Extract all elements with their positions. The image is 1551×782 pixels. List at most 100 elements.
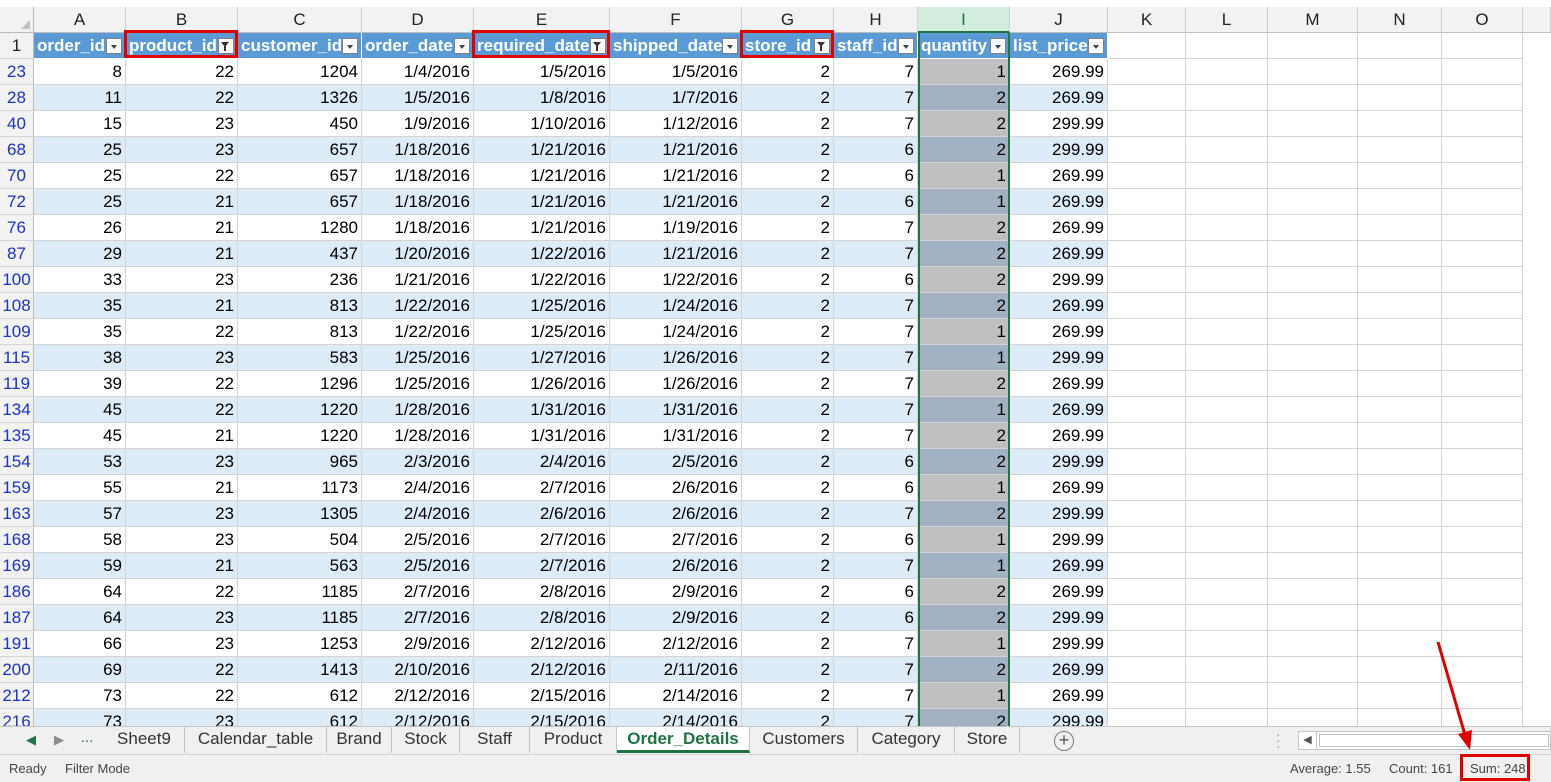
empty-cell[interactable] [1442, 579, 1523, 605]
cell-shipped-date[interactable]: 1/5/2016 [610, 59, 742, 85]
row-number[interactable]: 159 [0, 475, 34, 501]
empty-cell[interactable] [1268, 631, 1358, 657]
cell-customer-id[interactable]: 965 [238, 449, 362, 475]
empty-cell[interactable] [1268, 215, 1358, 241]
column-header-a[interactable]: A [34, 7, 126, 33]
empty-cell[interactable] [1268, 371, 1358, 397]
cell-order-id[interactable]: 58 [34, 527, 126, 553]
empty-cell[interactable] [1108, 397, 1186, 423]
cell-shipped-date[interactable]: 1/19/2016 [610, 215, 742, 241]
cell-customer-id[interactable]: 1204 [238, 59, 362, 85]
empty-cell[interactable] [1268, 423, 1358, 449]
cell-staff-id[interactable]: 6 [834, 475, 918, 501]
empty-cell[interactable] [1442, 293, 1523, 319]
cell-store-id[interactable]: 2 [742, 397, 834, 423]
cell-staff-id[interactable]: 7 [834, 553, 918, 579]
cell-customer-id[interactable]: 612 [238, 709, 362, 726]
empty-cell[interactable] [1108, 267, 1186, 293]
filter-dropdown-icon[interactable] [898, 38, 914, 54]
cell-store-id[interactable]: 2 [742, 709, 834, 726]
sheet-nav-prev-icon[interactable]: ◀ [22, 727, 40, 753]
cell-quantity[interactable]: 2 [918, 85, 1010, 111]
cell-required-date[interactable]: 1/25/2016 [474, 293, 610, 319]
cell-product-id[interactable]: 22 [126, 683, 238, 709]
cell-quantity[interactable]: 1 [918, 345, 1010, 371]
empty-cell[interactable] [1268, 527, 1358, 553]
cell-order-id[interactable]: 64 [34, 579, 126, 605]
cell-list-price[interactable]: 269.99 [1010, 657, 1108, 683]
sheet-tab-customers[interactable]: Customers [750, 727, 858, 753]
empty-cell[interactable] [1358, 579, 1442, 605]
cell-order-id[interactable]: 45 [34, 397, 126, 423]
cell-customer-id[interactable]: 612 [238, 683, 362, 709]
cell-required-date[interactable]: 1/21/2016 [474, 137, 610, 163]
row-number[interactable]: 186 [0, 579, 34, 605]
empty-cell[interactable] [1268, 579, 1358, 605]
cell-quantity[interactable]: 2 [918, 241, 1010, 267]
cell-list-price[interactable]: 269.99 [1010, 319, 1108, 345]
empty-cell[interactable] [1108, 475, 1186, 501]
cell-customer-id[interactable]: 1220 [238, 397, 362, 423]
cell-order-id[interactable]: 73 [34, 683, 126, 709]
cell-list-price[interactable]: 299.99 [1010, 345, 1108, 371]
cell-product-id[interactable]: 23 [126, 267, 238, 293]
cell-staff-id[interactable]: 6 [834, 189, 918, 215]
empty-cell[interactable] [1442, 553, 1523, 579]
cell-required-date[interactable]: 1/27/2016 [474, 345, 610, 371]
empty-cell[interactable] [1108, 449, 1186, 475]
cell-store-id[interactable]: 2 [742, 371, 834, 397]
filter-dropdown-icon[interactable] [990, 38, 1006, 54]
add-sheet-icon[interactable]: + [1054, 731, 1074, 751]
cell-order-id[interactable]: 55 [34, 475, 126, 501]
scrollbar-thumb[interactable] [1319, 734, 1549, 747]
cell-store-id[interactable]: 2 [742, 631, 834, 657]
cell-quantity[interactable]: 2 [918, 137, 1010, 163]
cell-required-date[interactable]: 2/15/2016 [474, 709, 610, 726]
filter-dropdown-icon[interactable] [342, 38, 358, 54]
empty-cell[interactable] [1108, 423, 1186, 449]
row-number[interactable]: 169 [0, 553, 34, 579]
empty-cell[interactable] [1268, 293, 1358, 319]
empty-cell[interactable] [1358, 319, 1442, 345]
row-number[interactable]: 76 [0, 215, 34, 241]
empty-cell[interactable] [1268, 345, 1358, 371]
cell-quantity[interactable]: 2 [918, 215, 1010, 241]
cell-list-price[interactable]: 269.99 [1010, 163, 1108, 189]
cell-staff-id[interactable]: 6 [834, 527, 918, 553]
row-number[interactable]: 119 [0, 371, 34, 397]
cell-order-date[interactable]: 2/4/2016 [362, 475, 474, 501]
column-header-j[interactable]: J [1010, 7, 1108, 33]
cell-order-id[interactable]: 33 [34, 267, 126, 293]
filter-dropdown-icon[interactable] [1088, 38, 1104, 54]
empty-cell[interactable] [1268, 319, 1358, 345]
cell-staff-id[interactable]: 7 [834, 85, 918, 111]
empty-cell[interactable] [1186, 475, 1268, 501]
cell-quantity[interactable]: 2 [918, 501, 1010, 527]
empty-cell[interactable] [1108, 371, 1186, 397]
empty-cell[interactable] [1358, 345, 1442, 371]
cell-store-id[interactable]: 2 [742, 449, 834, 475]
empty-cell[interactable] [1186, 371, 1268, 397]
row-number[interactable]: 1 [0, 33, 34, 59]
cell-shipped-date[interactable]: 2/6/2016 [610, 501, 742, 527]
column-header-c[interactable]: C [238, 7, 362, 33]
row-number[interactable]: 168 [0, 527, 34, 553]
cell-order-date[interactable]: 2/12/2016 [362, 683, 474, 709]
cell-staff-id[interactable]: 6 [834, 449, 918, 475]
cell-staff-id[interactable]: 7 [834, 345, 918, 371]
cell-order-id[interactable]: 64 [34, 605, 126, 631]
cell-order-date[interactable]: 2/7/2016 [362, 605, 474, 631]
empty-cell[interactable] [1358, 111, 1442, 137]
cell-shipped-date[interactable]: 1/26/2016 [610, 345, 742, 371]
empty-cell[interactable] [1442, 59, 1523, 85]
row-number[interactable]: 200 [0, 657, 34, 683]
cell-staff-id[interactable]: 7 [834, 709, 918, 726]
empty-cell[interactable] [1186, 241, 1268, 267]
cell-shipped-date[interactable]: 1/21/2016 [610, 189, 742, 215]
cell-required-date[interactable]: 1/10/2016 [474, 111, 610, 137]
empty-cell[interactable] [1442, 371, 1523, 397]
cell-required-date[interactable]: 2/15/2016 [474, 683, 610, 709]
cell-order-id[interactable]: 25 [34, 163, 126, 189]
empty-cell[interactable] [1358, 137, 1442, 163]
cell-product-id[interactable]: 21 [126, 553, 238, 579]
